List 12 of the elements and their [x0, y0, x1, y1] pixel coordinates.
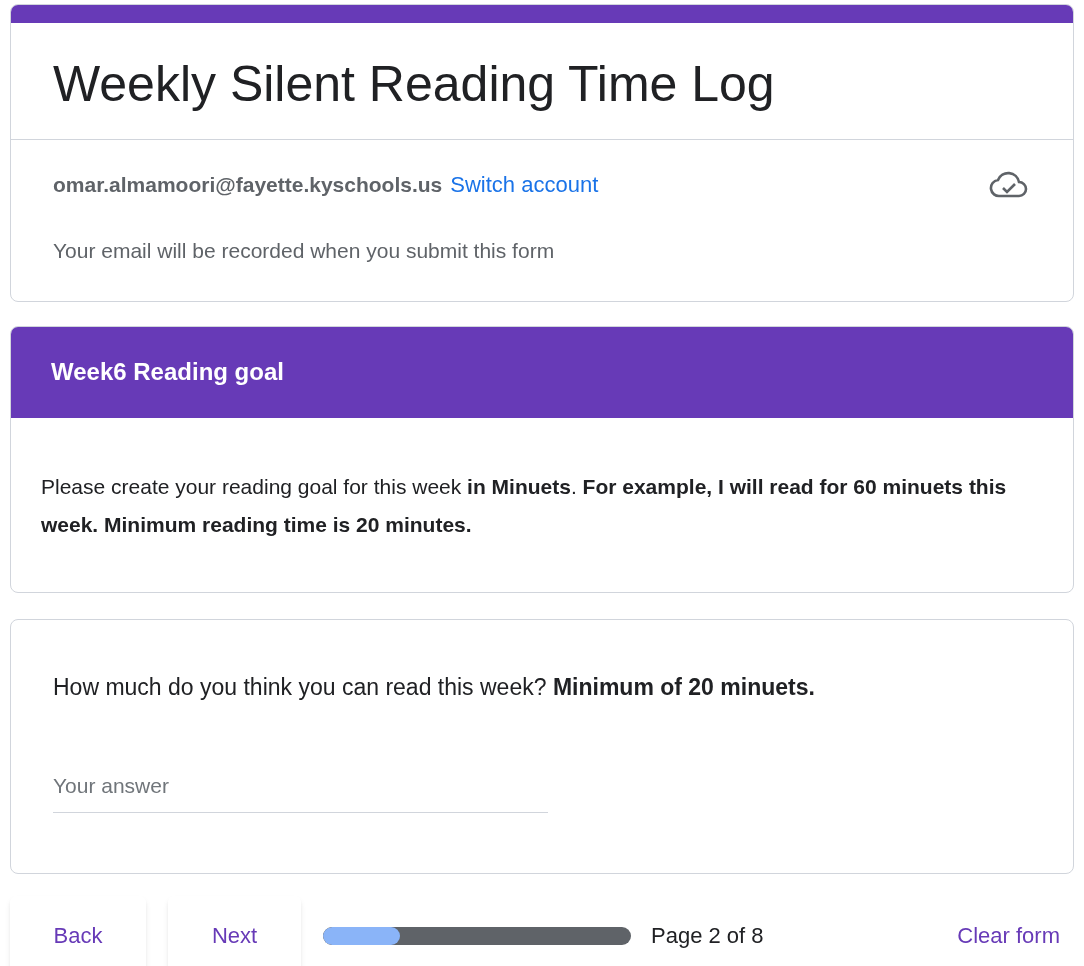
question-text: How much do you think you can read this week? Minimum of 20 minuets. [53, 672, 816, 702]
page-indicator: Page 2 of 8 [651, 922, 764, 950]
answer-field[interactable]: Your answer [53, 770, 548, 813]
account-email: omar.almamoori@fayette.kyschools.us [53, 171, 443, 198]
back-button[interactable]: Back [10, 895, 146, 966]
clear-form-button[interactable]: Clear form [947, 911, 1070, 960]
section-description: Please create your reading goal for this week in Minuets. For example, I will read for 60 minuets this week. Minimum reading time is 20 minutes. [40, 473, 1008, 538]
section-title: Week6 Reading goal [11, 326, 1073, 418]
form-title: Weekly Silent Reading Time Log [52, 55, 776, 114]
next-button[interactable]: Next [168, 895, 301, 966]
switch-account-link[interactable]: Switch account [450, 168, 599, 201]
email-notice: Your email will be recorded when you submit this form [53, 238, 556, 264]
